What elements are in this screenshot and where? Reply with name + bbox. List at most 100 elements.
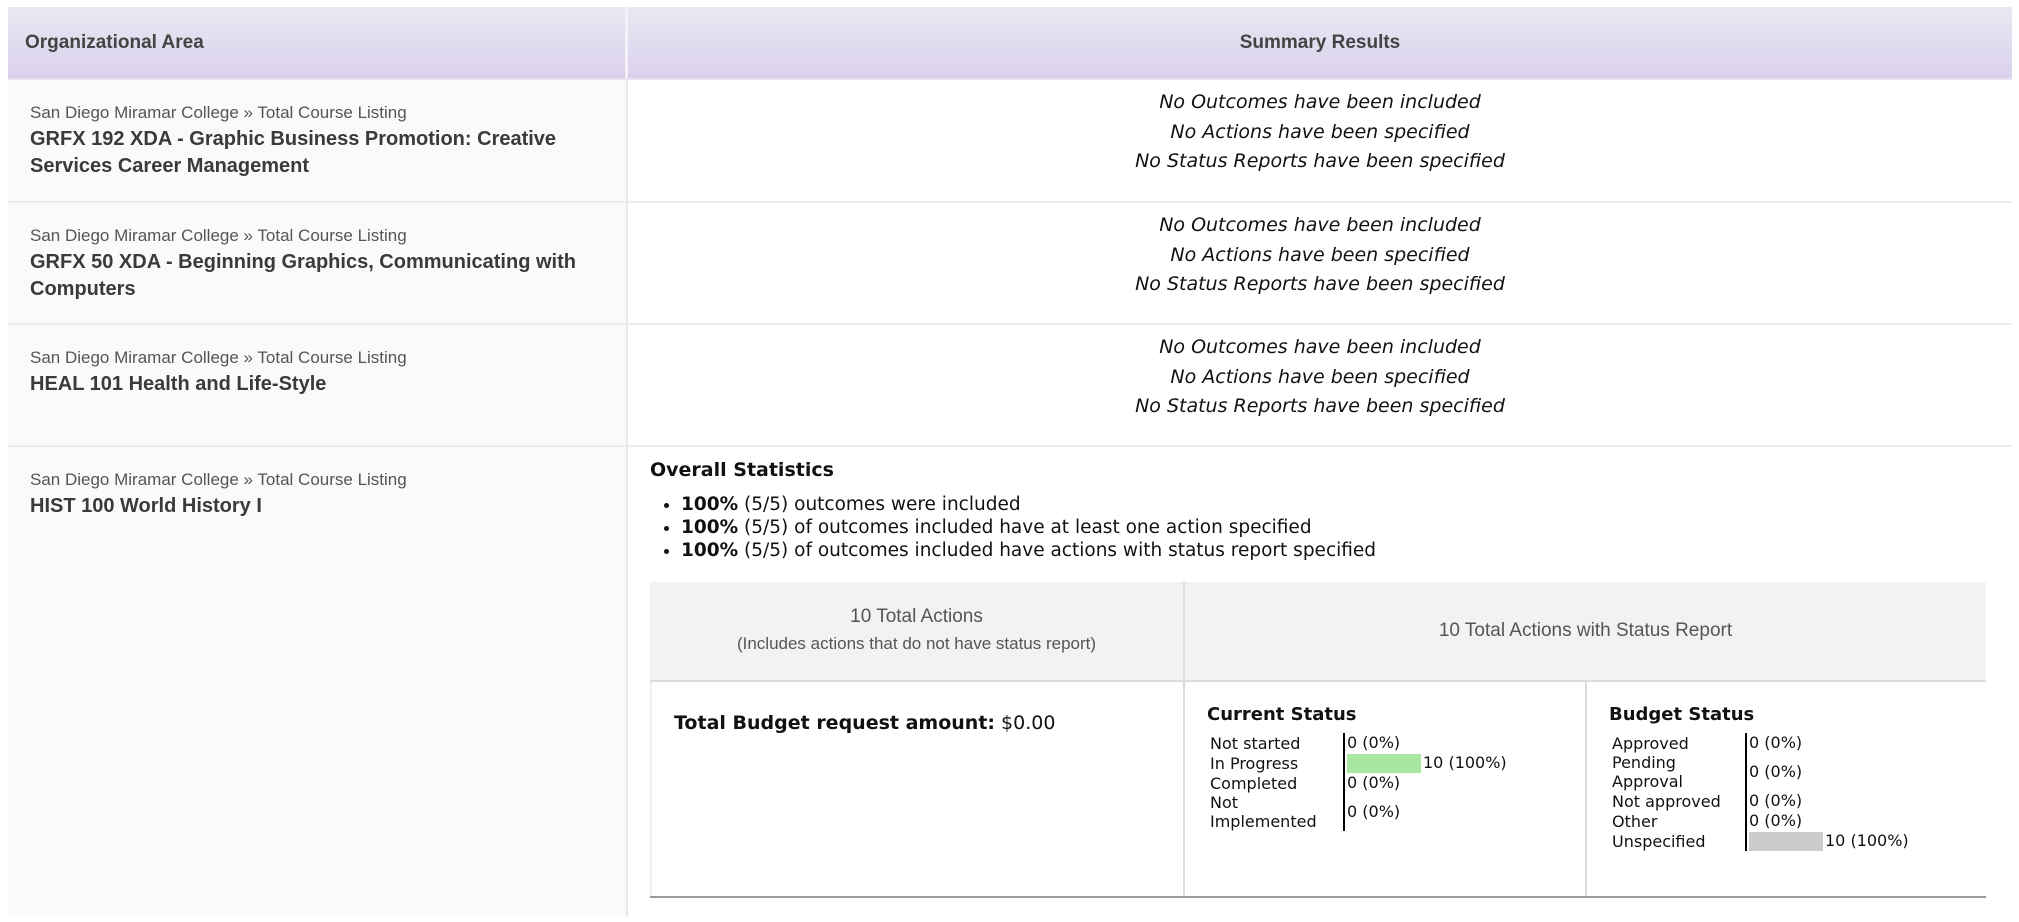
actions-summary-box: 10 Total Actions (Includes actions that … xyxy=(650,582,1986,898)
status-value-cell: 0 (0%) xyxy=(1343,773,1510,793)
budget-status-table: Approved 0 (0%) Pending Approval 0 (0%) No… xyxy=(1609,733,1912,851)
no-outcomes-text: No Outcomes have been included xyxy=(1159,91,1481,113)
results-table: Organizational Area Summary Results San … xyxy=(8,7,2012,917)
budget-status-title: Budget Status xyxy=(1609,704,1755,725)
course-title[interactable]: HIST 100 World History I xyxy=(30,493,610,520)
budget-request-value: $0.00 xyxy=(995,712,1056,734)
budget-status-cell: Budget Status Approved 0 (0%) Pending App… xyxy=(1587,682,1986,896)
no-status-reports-text: No Status Reports have been specified xyxy=(1135,273,1505,295)
statistic-item: 100% (5/5) outcomes were included xyxy=(681,493,2012,516)
status-row: Pending Approval 0 (0%) xyxy=(1609,753,1912,791)
status-value: 0 (0%) xyxy=(1347,802,1401,821)
status-label: Approved xyxy=(1612,733,1689,753)
total-actions-note: (Includes actions that do not have statu… xyxy=(736,634,1097,653)
total-actions-cell: 10 Total Actions (Includes actions that … xyxy=(650,582,1185,680)
status-value: 0 (0%) xyxy=(1749,811,1803,830)
empty-summary: No Outcomes have been included No Action… xyxy=(628,325,2012,422)
overall-statistics-title: Overall Statistics xyxy=(650,459,834,481)
statistic-item: 100% (5/5) of outcomes included have act… xyxy=(681,539,2012,562)
summary-cell: No Outcomes have been included No Action… xyxy=(628,325,2012,445)
table-header: Organizational Area Summary Results xyxy=(8,7,2012,80)
status-value: 0 (0%) xyxy=(1347,773,1401,792)
status-bar xyxy=(1347,754,1421,773)
course-title[interactable]: GRFX 50 XDA - Beginning Graphics, Commun… xyxy=(30,249,610,303)
actions-summary-header: 10 Total Actions (Includes actions that … xyxy=(650,582,1986,682)
status-value-cell: 0 (0%) xyxy=(1745,791,1912,811)
breadcrumb: San Diego Miramar College » Total Course… xyxy=(30,348,407,367)
status-value: 10 (100%) xyxy=(1423,753,1507,772)
breadcrumb: San Diego Miramar College » Total Course… xyxy=(30,226,407,245)
budget-request-cell: Total Budget request amount: $0.00 xyxy=(650,682,1185,896)
status-label: Not approved xyxy=(1612,791,1721,811)
status-label: Pending Approval xyxy=(1612,753,1683,791)
statistic-percent: 100% xyxy=(681,517,739,538)
total-actions: 10 Total Actions xyxy=(850,606,983,627)
breadcrumb: San Diego Miramar College » Total Course… xyxy=(30,470,407,489)
status-value-cell: 0 (0%) xyxy=(1343,793,1510,831)
header-organizational-area[interactable]: Organizational Area xyxy=(8,7,628,78)
status-row: Unspecified 10 (100%) xyxy=(1609,831,1912,851)
statistic-text: (5/5) outcomes were included xyxy=(738,494,1021,515)
status-label: Not started xyxy=(1210,733,1301,753)
status-row: Not Implemented 0 (0%) xyxy=(1207,793,1510,831)
table-row: San Diego Miramar College » Total Course… xyxy=(8,203,2012,325)
no-actions-text: No Actions have been specified xyxy=(1170,120,1470,143)
status-value: 0 (0%) xyxy=(1749,733,1803,752)
table-row: San Diego Miramar College » Total Course… xyxy=(8,325,2012,447)
status-value-cell: 0 (0%) xyxy=(1745,753,1912,791)
course-title[interactable]: GRFX 192 XDA - Graphic Business Promotio… xyxy=(30,126,610,180)
status-value: 10 (100%) xyxy=(1825,831,1909,850)
statistic-item: 100% (5/5) of outcomes included have at … xyxy=(681,516,2012,539)
summary-cell: Overall Statistics 100% (5/5) outcomes w… xyxy=(628,447,2012,917)
status-value-cell: 0 (0%) xyxy=(1745,811,1912,831)
status-value-cell: 0 (0%) xyxy=(1343,733,1510,753)
table-row: San Diego Miramar College » Total Course… xyxy=(8,80,2012,203)
actions-summary-body: Total Budget request amount: $0.00 Curre… xyxy=(650,682,1986,896)
statistic-text: (5/5) of outcomes included have at least… xyxy=(738,517,1312,538)
current-status-title: Current Status xyxy=(1207,704,1357,725)
no-status-reports-text: No Status Reports have been specified xyxy=(1135,395,1505,417)
status-label: Completed xyxy=(1210,773,1298,793)
overall-statistics: Overall Statistics 100% (5/5) outcomes w… xyxy=(628,447,2012,562)
no-outcomes-text: No Outcomes have been included xyxy=(1159,214,1481,236)
status-row: Other 0 (0%) xyxy=(1609,811,1912,831)
status-value-cell: 10 (100%) xyxy=(1343,753,1510,773)
status-value: 0 (0%) xyxy=(1347,733,1401,752)
summary-cell: No Outcomes have been included No Action… xyxy=(628,80,2012,201)
status-row: In Progress 10 (100%) xyxy=(1207,753,1510,773)
current-status-cell: Current Status Not started 0 (0%) In Prog… xyxy=(1185,682,1587,896)
status-label: Other xyxy=(1612,811,1658,831)
status-row: Not approved 0 (0%) xyxy=(1609,791,1912,811)
no-actions-text: No Actions have been specified xyxy=(1170,243,1470,266)
statistic-percent: 100% xyxy=(681,494,739,515)
table-row: San Diego Miramar College » Total Course… xyxy=(8,447,2012,917)
org-area-cell: San Diego Miramar College » Total Course… xyxy=(8,325,628,445)
status-bar xyxy=(1749,832,1823,851)
header-summary-results[interactable]: Summary Results xyxy=(628,7,2012,78)
no-status-reports-text: No Status Reports have been specified xyxy=(1135,150,1505,172)
status-value-cell: 10 (100%) xyxy=(1745,831,1912,851)
total-actions-with-status: 10 Total Actions with Status Report xyxy=(1438,620,1733,641)
summary-cell: No Outcomes have been included No Action… xyxy=(628,203,2012,323)
empty-summary: No Outcomes have been included No Action… xyxy=(628,203,2012,300)
no-actions-text: No Actions have been specified xyxy=(1170,365,1470,388)
no-outcomes-text: No Outcomes have been included xyxy=(1159,336,1481,358)
status-value-cell: 0 (0%) xyxy=(1745,733,1912,753)
status-value: 0 (0%) xyxy=(1749,762,1803,781)
status-label: Not Implemented xyxy=(1210,793,1317,831)
org-area-cell: San Diego Miramar College » Total Course… xyxy=(8,447,628,917)
course-title[interactable]: HEAL 101 Health and Life-Style xyxy=(30,371,610,398)
current-status-table: Not started 0 (0%) In Progress 10 (100%) C… xyxy=(1207,733,1510,831)
org-area-cell: San Diego Miramar College » Total Course… xyxy=(8,80,628,201)
status-row: Completed 0 (0%) xyxy=(1207,773,1510,793)
status-label: In Progress xyxy=(1210,753,1299,773)
status-label: Unspecified xyxy=(1612,831,1706,851)
status-row: Approved 0 (0%) xyxy=(1609,733,1912,753)
status-value: 0 (0%) xyxy=(1749,791,1803,810)
breadcrumb: San Diego Miramar College » Total Course… xyxy=(30,103,407,122)
empty-summary: No Outcomes have been included No Action… xyxy=(628,80,2012,177)
statistic-percent: 100% xyxy=(681,540,739,561)
budget-request-label: Total Budget request amount: xyxy=(674,712,995,734)
statistic-text: (5/5) of outcomes included have actions … xyxy=(738,540,1377,561)
org-area-cell: San Diego Miramar College » Total Course… xyxy=(8,203,628,323)
